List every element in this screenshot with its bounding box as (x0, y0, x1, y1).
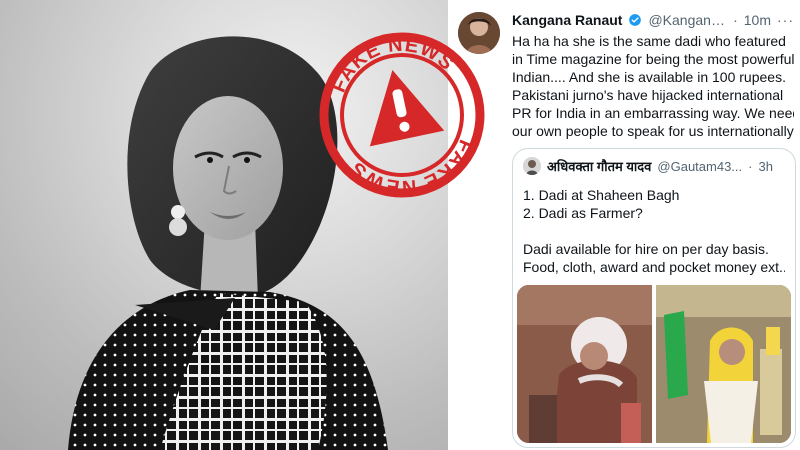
quoted-text-line: Dadi available for hire on per day basis… (523, 241, 769, 257)
tweet-text-line: our own people to speak for us internati… (512, 123, 794, 139)
quoted-text-line: 1. Dadi at Shaheen Bagh (523, 187, 680, 203)
screenshot-canvas: FAKE NEWS FAKE NEWS Kangana Ranaut @Kang… (0, 0, 800, 450)
quoted-text-line: Food, cloth, award and pocket money ext.… (523, 259, 785, 275)
quoted-text-line: 2. Dadi as Farmer? (523, 205, 643, 221)
tweet-text-line: Ha ha ha she is the same dadi who featur… (512, 33, 786, 49)
quoted-image-left[interactable] (517, 285, 652, 443)
tweet-text-line: Indian.... And she is available in 100 r… (512, 69, 786, 85)
more-options-icon[interactable]: ··· (777, 12, 794, 28)
tweet-card: Kangana Ranaut @KanganaTea... · 10m ··· … (448, 0, 800, 450)
quoted-tweet-header: अधिवक्ता गौतम यादव @Gautam43... · 3h (523, 157, 785, 175)
quoted-tweet-body: 1. Dadi at Shaheen Bagh 2. Dadi as Farme… (523, 186, 785, 276)
meta-separator: · (733, 12, 738, 28)
tweet-text-line: Pakistani jurno's have hijacked internat… (512, 87, 784, 103)
tweet-time[interactable]: 10m (744, 12, 771, 28)
fake-news-stamp: FAKE NEWS FAKE NEWS (295, 8, 508, 221)
tweet-body: Ha ha ha she is the same dadi who featur… (512, 32, 794, 140)
quoted-tweet-card[interactable]: अधिवक्ता गौतम यादव @Gautam43... · 3h 1. … (512, 148, 796, 448)
quoted-meta-separator: · (748, 158, 753, 174)
quoted-text-gap (523, 222, 785, 240)
quoted-tweet-time[interactable]: 3h (759, 159, 773, 174)
quoted-media-grid[interactable] (517, 285, 791, 443)
tweet-text-line: in Time magazine for being the most powe… (512, 51, 794, 67)
stamp-graphic: FAKE NEWS FAKE NEWS (319, 22, 485, 210)
quoted-author-avatar[interactable] (523, 157, 541, 175)
quoted-author-name[interactable]: अधिवक्ता गौतम यादव (547, 157, 651, 175)
tweet-header: Kangana Ranaut @KanganaTea... · 10m ··· (512, 10, 794, 30)
quoted-author-handle[interactable]: @Gautam43... (657, 159, 742, 174)
tweet-text-line: PR for India in an embarrassing way. We … (512, 105, 794, 121)
author-handle[interactable]: @KanganaTea... (648, 12, 727, 28)
quoted-image-right[interactable] (656, 285, 791, 443)
author-name[interactable]: Kangana Ranaut (512, 12, 622, 28)
verified-badge-icon (629, 14, 642, 26)
